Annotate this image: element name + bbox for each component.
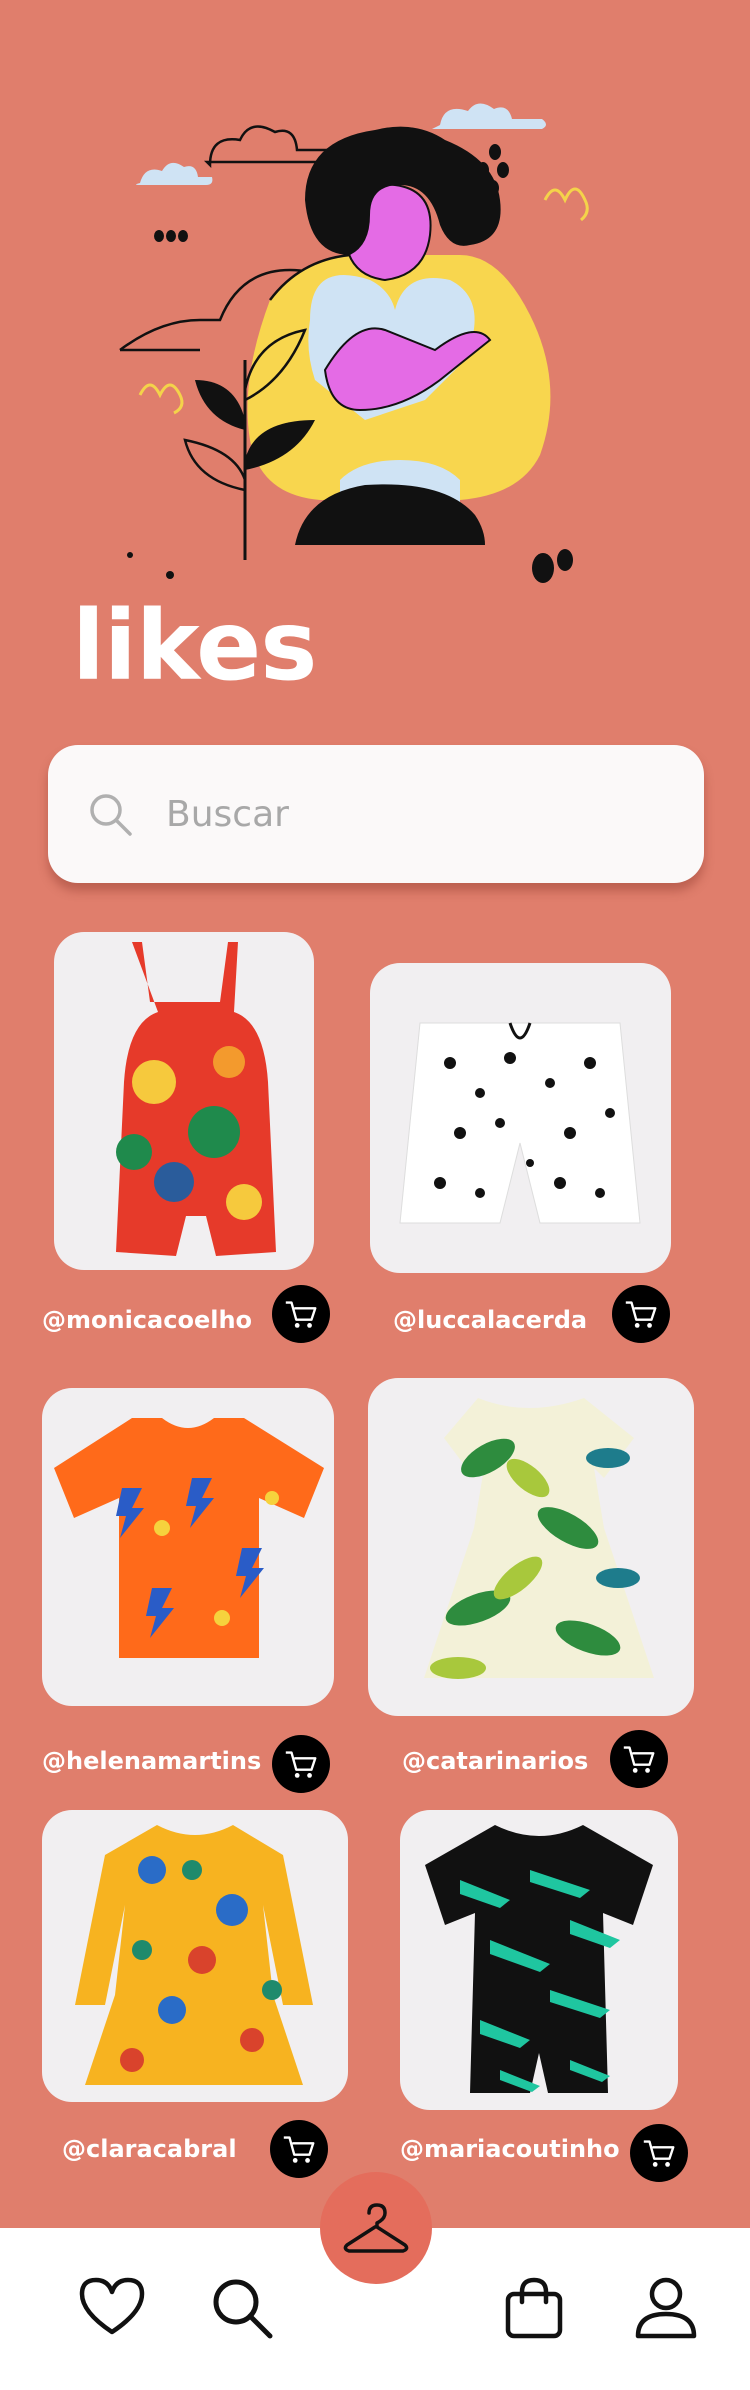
search-icon [90, 794, 132, 836]
product-handle[interactable]: @claracabral [62, 2135, 237, 2163]
product-image-shorts[interactable] [370, 963, 671, 1273]
hanger-icon [343, 2203, 409, 2253]
product-image-overalls[interactable] [54, 932, 314, 1270]
product-image-dress[interactable] [368, 1378, 694, 1716]
bag-icon[interactable] [500, 2274, 568, 2342]
product-handle[interactable]: @helenamartins [42, 1747, 261, 1775]
search-icon[interactable] [208, 2274, 276, 2342]
product-handle[interactable]: @mariacoutinho [400, 2135, 620, 2163]
product-handle[interactable]: @catarinarios [402, 1747, 588, 1775]
cart-icon [283, 2136, 315, 2163]
user-icon[interactable] [632, 2274, 700, 2342]
cart-icon [623, 1746, 655, 1773]
cart-icon [285, 1751, 317, 1778]
add-to-cart-button[interactable] [610, 1730, 668, 1788]
cart-icon [643, 2140, 675, 2167]
search-bar[interactable] [48, 745, 704, 883]
add-to-cart-button[interactable] [630, 2124, 688, 2182]
hero-illustration [119, 103, 589, 583]
product-image-tshirt[interactable] [42, 1388, 334, 1706]
product-handle[interactable]: @monicacoelho [42, 1306, 252, 1334]
add-to-cart-button[interactable] [612, 1285, 670, 1343]
add-to-cart-button[interactable] [270, 2120, 328, 2178]
cart-icon [285, 1301, 317, 1328]
search-input[interactable] [164, 792, 648, 836]
add-to-cart-button[interactable] [272, 1285, 330, 1343]
product-image-long-sleeve-dress[interactable] [42, 1810, 348, 2102]
hanger-button[interactable] [320, 2172, 432, 2284]
add-to-cart-button[interactable] [272, 1735, 330, 1793]
page-title: likes [72, 590, 317, 702]
cart-icon [625, 1301, 657, 1328]
heart-icon[interactable] [78, 2274, 146, 2342]
product-handle[interactable]: @luccalacerda [393, 1306, 587, 1334]
product-image-romper[interactable] [400, 1810, 678, 2110]
